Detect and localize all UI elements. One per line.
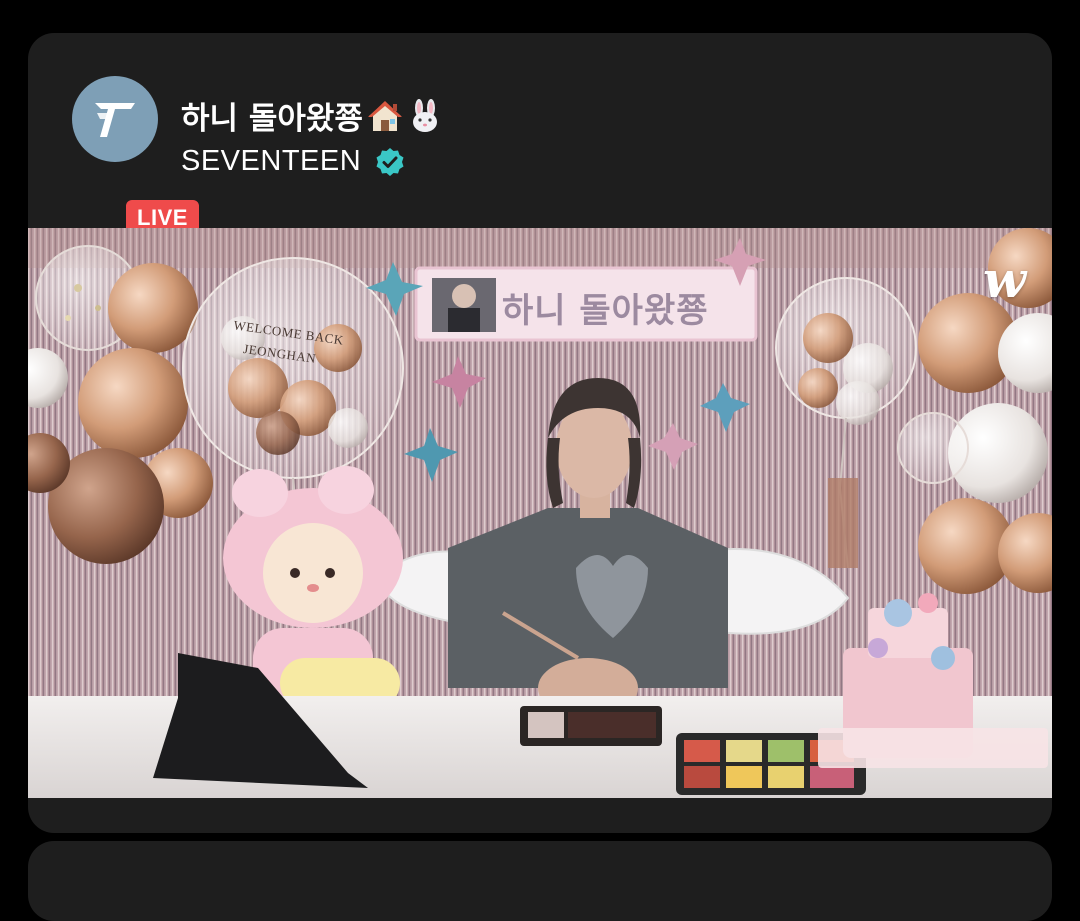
channel-row[interactable]: SEVENTEEN: [181, 145, 405, 178]
channel-name[interactable]: SEVENTEEN: [181, 145, 361, 178]
verified-badge-icon: [376, 147, 404, 176]
channel-avatar[interactable]: LIVE: [72, 76, 202, 239]
weverse-watermark-icon: w: [982, 250, 1026, 309]
avatar: [72, 76, 158, 162]
seventeen-logo-icon: [95, 103, 135, 137]
next-card[interactable]: [28, 841, 1052, 921]
live-video-player[interactable]: 하니 돌아왔쭁 WELCOME BACK JEONGHAN w: [28, 228, 1052, 798]
stream-header: LIVE 하니 돌아왔쭁 SEVENTEEN: [28, 33, 1052, 239]
stream-title-row: 하니 돌아왔쭁: [181, 93, 443, 138]
stream-title: 하니 돌아왔쭁: [181, 101, 363, 137]
banner-text: 하니 돌아왔쭁: [502, 291, 709, 331]
live-stream-card[interactable]: LIVE 하니 돌아왔쭁 SEVENTEEN 하니 돌아왔쭁 WELCOME B…: [28, 33, 1052, 833]
rabbit-icon: [412, 98, 437, 132]
house-icon: [367, 100, 402, 131]
